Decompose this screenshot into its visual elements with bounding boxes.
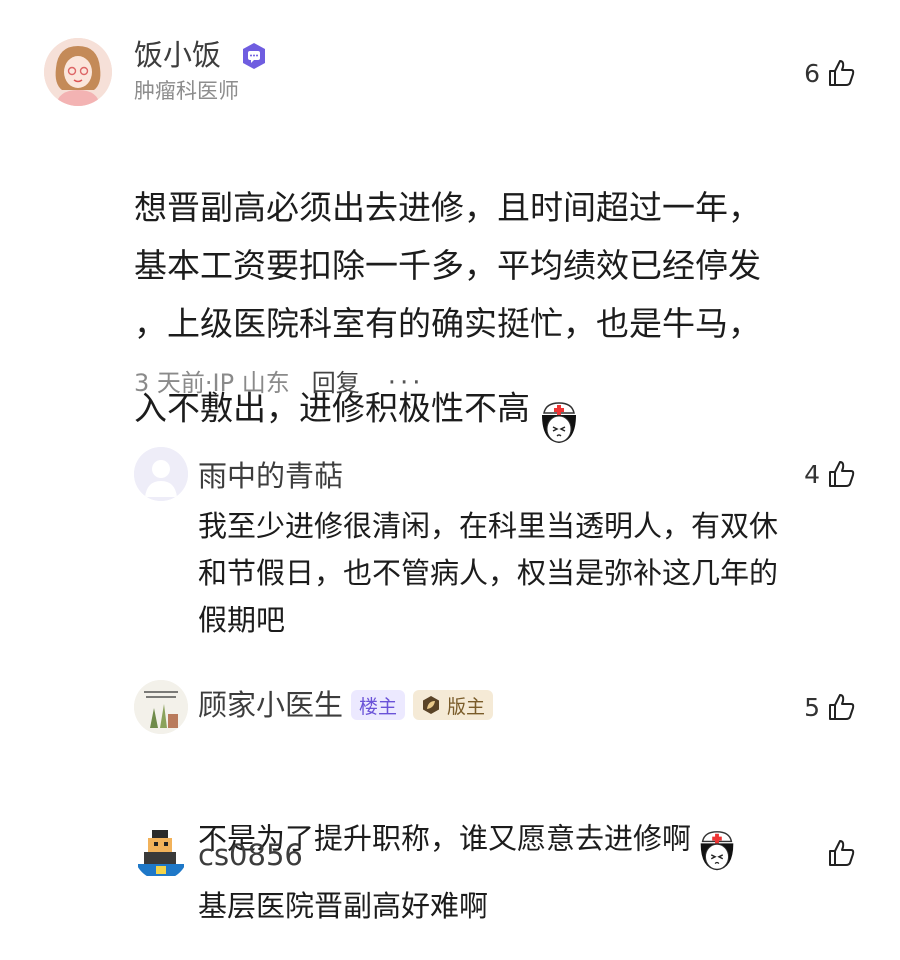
reply-1-author-name[interactable]: 雨中的青萜 [198,462,343,491]
moderator-badge: 版主 [413,690,494,720]
comment-meta-row: 3 天前·IP 山东 回复 ··· [134,370,425,396]
comment-author-avatar[interactable] [44,38,112,106]
reply-3-text: 基层医院晋副高好难啊 [198,889,489,923]
thumbs-up-icon [829,461,855,487]
reply-3-author-name[interactable]: cs0856 [198,841,303,870]
reply-2-avatar[interactable] [134,680,188,734]
comment-text: 想晋副高必须出去进修，且时间超过一年， 基本工资要扣除一千多，平均绩效已经停发 … [134,121,854,467]
reply-button[interactable]: 回复 [312,371,360,395]
nurse-sticker-icon [693,781,741,890]
comment-like-button[interactable]: 6 [804,58,856,88]
moderator-badge-label: 版主 [447,695,486,718]
reply-2-like-count: 5 [804,692,820,722]
reply-1-avatar[interactable] [134,447,188,501]
reply-3-avatar[interactable] [134,826,188,880]
nurse-sticker-icon [534,341,584,467]
thumbs-up-icon [829,694,855,720]
comment-time-location: 3 天前·IP 山东 [134,369,290,397]
reply-1-like-button[interactable]: 4 [804,459,856,489]
reply-1-like-count: 4 [804,459,820,489]
reply-2-header: 顾家小医生 楼主 版主 [198,690,494,720]
comment-like-count: 6 [804,58,820,88]
verified-chat-badge-icon [241,42,267,74]
moderator-leaf-icon [423,696,440,714]
more-options-button[interactable]: ··· [388,370,425,396]
reply-2-like-button[interactable]: 5 [804,692,856,722]
reply-2-author-name[interactable]: 顾家小医生 [198,690,343,720]
thumbs-up-icon [829,840,855,866]
thumbs-up-icon [829,60,855,86]
comment-author-name[interactable]: 饭小饭 [134,41,221,70]
comment-author-title: 肿瘤科医师 [134,79,239,103]
reply-3-like-button[interactable] [820,838,856,868]
thread-owner-badge: 楼主 [351,690,406,720]
reply-1-text: 我至少进修很清闲，在科里当透明人，有双休 和节假日，也不管病人，权当是弥补这几年… [198,509,779,637]
